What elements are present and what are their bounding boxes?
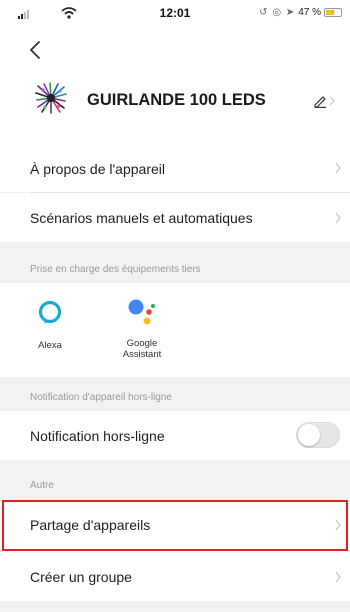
section-title-third-party: Prise en charge des équipements tiers — [30, 264, 201, 275]
offline-notification-label: Notification hors-ligne — [30, 428, 165, 444]
section-title-offline: Notification d'appareil hors-ligne — [30, 392, 172, 403]
status-bar: 12:01 ↺ ◎ ➤ 47 % ⚡ — [0, 0, 350, 30]
back-chevron-icon[interactable] — [28, 40, 42, 60]
section-title-other: Autre — [30, 480, 54, 491]
alexa-label: Alexa — [38, 340, 62, 351]
device-name: GUIRLANDE 100 LEDS — [87, 91, 266, 109]
section-header-other: Autre — [0, 460, 350, 501]
section-header-offline: Notification d'appareil hors-ligne — [0, 377, 350, 411]
battery-percent: 47 % — [298, 7, 321, 18]
device-header: GUIRLANDE 100 LEDS — [0, 30, 350, 144]
about-device-row[interactable]: À propos de l'appareil — [0, 144, 350, 192]
device-thumbnail — [35, 82, 67, 114]
chevron-right-icon — [335, 519, 341, 531]
section-header-third-party: Prise en charge des équipements tiers — [0, 242, 350, 283]
chevron-right-icon — [335, 162, 341, 174]
third-party-services: Alexa Google Assistant — [0, 283, 350, 377]
device-sharing-label: Partage d'appareils — [30, 517, 151, 533]
chevron-right-icon — [335, 571, 341, 583]
charging-bolt-icon: ⚡ — [330, 7, 337, 17]
battery-icon: ⚡ — [324, 7, 342, 17]
create-group-row[interactable]: Créer un groupe — [0, 551, 350, 601]
status-indicator-icons: ↺ ◎ ➤ — [259, 7, 296, 18]
screen: 12:01 ↺ ◎ ➤ 47 % ⚡ GUIRLANDE 100 LEDS À … — [0, 0, 350, 612]
edit-pencil-icon[interactable] — [313, 94, 335, 108]
alexa-service[interactable]: Alexa — [30, 299, 70, 351]
scenarios-row[interactable]: Scénarios manuels et automatiques — [0, 193, 350, 242]
offline-notification-toggle[interactable] — [296, 422, 340, 448]
device-sharing-row[interactable]: Partage d'appareils — [0, 501, 350, 550]
scenarios-label: Scénarios manuels et automatiques — [30, 210, 253, 226]
google-assistant-service[interactable]: Google Assistant — [112, 299, 172, 360]
alexa-icon — [38, 300, 62, 324]
create-group-label: Créer un groupe — [30, 569, 132, 585]
google-assistant-icon — [128, 299, 155, 325]
chevron-right-icon — [335, 212, 341, 224]
google-assistant-label: Google Assistant — [122, 338, 162, 360]
about-device-label: À propos de l'appareil — [30, 161, 165, 177]
toggle-knob — [298, 424, 320, 446]
status-right: ↺ ◎ ➤ 47 % ⚡ — [259, 7, 342, 18]
